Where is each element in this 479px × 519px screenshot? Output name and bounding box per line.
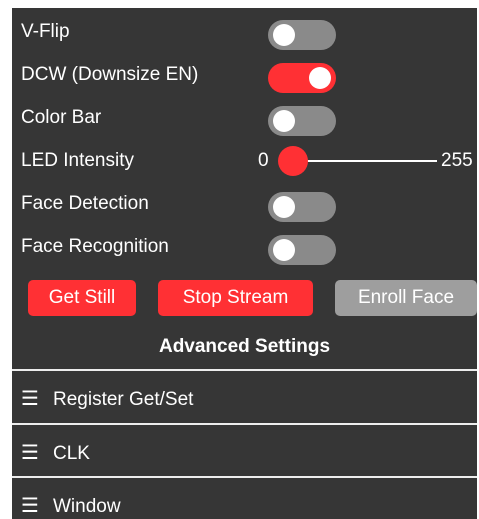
toggle-knob — [273, 239, 295, 261]
menu-item-label: Register Get/Set — [53, 389, 194, 410]
colorbar-label: Color Bar — [21, 107, 102, 128]
face-recognition-toggle[interactable] — [268, 235, 336, 265]
face-detection-toggle[interactable] — [268, 192, 336, 222]
divider — [12, 476, 477, 478]
toggle-knob — [309, 67, 331, 89]
clk-menu-item[interactable]: ☰ CLK — [21, 433, 90, 473]
menu-item-label: CLK — [53, 443, 90, 464]
toggle-knob — [273, 110, 295, 132]
led-intensity-row: LED Intensity 0 255 — [12, 143, 477, 179]
face-recognition-row: Face Recognition — [12, 229, 477, 265]
window-menu-item[interactable]: ☰ Window — [21, 486, 121, 519]
led-slider-thumb[interactable] — [278, 146, 308, 176]
led-intensity-label: LED Intensity — [21, 150, 134, 171]
colorbar-row: Color Bar — [12, 100, 477, 136]
menu-icon: ☰ — [21, 495, 39, 517]
get-still-button[interactable]: Get Still — [28, 280, 136, 316]
vflip-row: V-Flip — [12, 14, 477, 50]
advanced-settings-title: Advanced Settings — [158, 336, 331, 357]
vflip-label: V-Flip — [21, 21, 70, 42]
toggle-knob — [273, 196, 295, 218]
settings-panel: V-Flip DCW (Downsize EN) Color Bar LED I… — [12, 8, 477, 519]
vflip-toggle[interactable] — [268, 20, 336, 50]
face-detection-row: Face Detection — [12, 186, 477, 222]
face-recognition-label: Face Recognition — [21, 236, 169, 257]
dcw-row: DCW (Downsize EN) — [12, 57, 477, 93]
enroll-face-button[interactable]: Enroll Face — [335, 280, 477, 316]
menu-icon: ☰ — [21, 388, 39, 410]
register-get-set-menu-item[interactable]: ☰ Register Get/Set — [21, 379, 193, 419]
colorbar-toggle[interactable] — [268, 106, 336, 136]
led-range-max: 255 — [441, 150, 473, 171]
divider — [12, 423, 477, 425]
divider — [12, 369, 477, 371]
toggle-knob — [273, 24, 295, 46]
face-detection-label: Face Detection — [21, 193, 149, 214]
menu-icon: ☰ — [21, 442, 39, 464]
dcw-label: DCW (Downsize EN) — [21, 64, 199, 85]
menu-item-label: Window — [53, 496, 121, 517]
dcw-toggle[interactable] — [268, 63, 336, 93]
stop-stream-button[interactable]: Stop Stream — [158, 280, 313, 316]
led-range-min: 0 — [258, 150, 269, 171]
